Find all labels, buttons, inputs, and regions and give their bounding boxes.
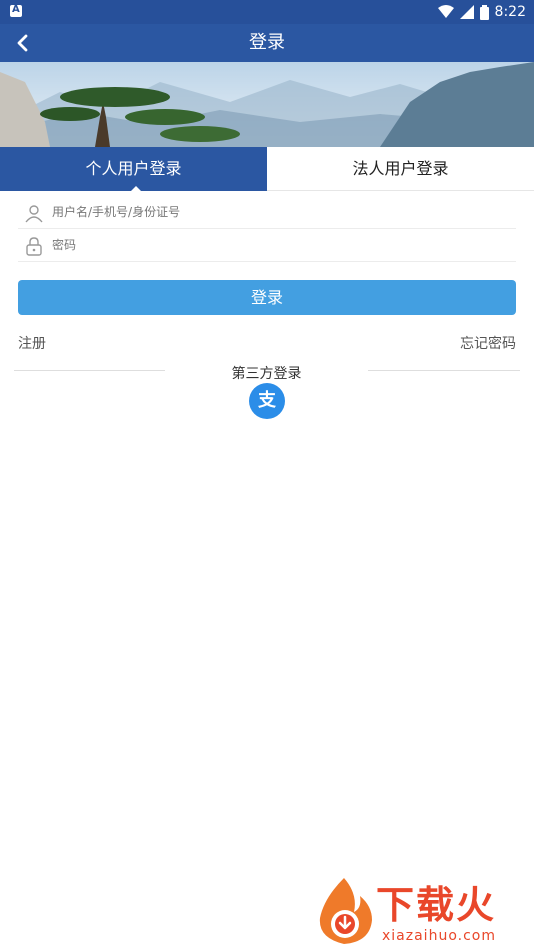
back-button[interactable] [8,29,36,57]
battery-icon [479,4,489,20]
lock-icon [26,237,42,256]
banner-image [0,62,534,147]
username-row [18,196,516,229]
flame-logo-icon [319,878,372,944]
password-row [18,229,516,262]
status-time: 8:22 [494,4,526,20]
watermark-text: 下载火 [376,883,497,927]
divider-left [14,370,165,371]
watermark-logo: 下载火 xiazaihuo.com [314,876,530,946]
alipay-login-button[interactable]: 支 [249,383,285,419]
login-button[interactable]: 登录 [18,280,516,315]
signal-icon [459,5,474,19]
password-input[interactable] [52,233,502,257]
back-icon [17,34,28,52]
username-input[interactable] [52,200,502,224]
third-party-login-label: 第三方登录 [231,366,302,382]
alipay-icon: 支 [258,390,276,411]
status-bar: 8:22 [0,0,534,24]
status-indicators: 8:22 [437,2,526,22]
page-title: 登录 [249,32,285,53]
watermark-url: xiazaihuo.com [382,928,496,944]
wifi-icon [437,5,454,18]
divider-right [368,370,520,371]
login-type-tabs: 个人用户登录 法人用户登录 [0,147,534,191]
user-icon [25,205,43,223]
tab-personal-login[interactable]: 个人用户登录 [0,147,267,191]
notification-icon [10,4,22,17]
title-bar: 登录 [0,24,534,62]
tab-legal-login[interactable]: 法人用户登录 [267,147,534,191]
register-link[interactable]: 注册 [18,333,46,353]
forgot-password-link[interactable]: 忘记密码 [460,333,516,353]
